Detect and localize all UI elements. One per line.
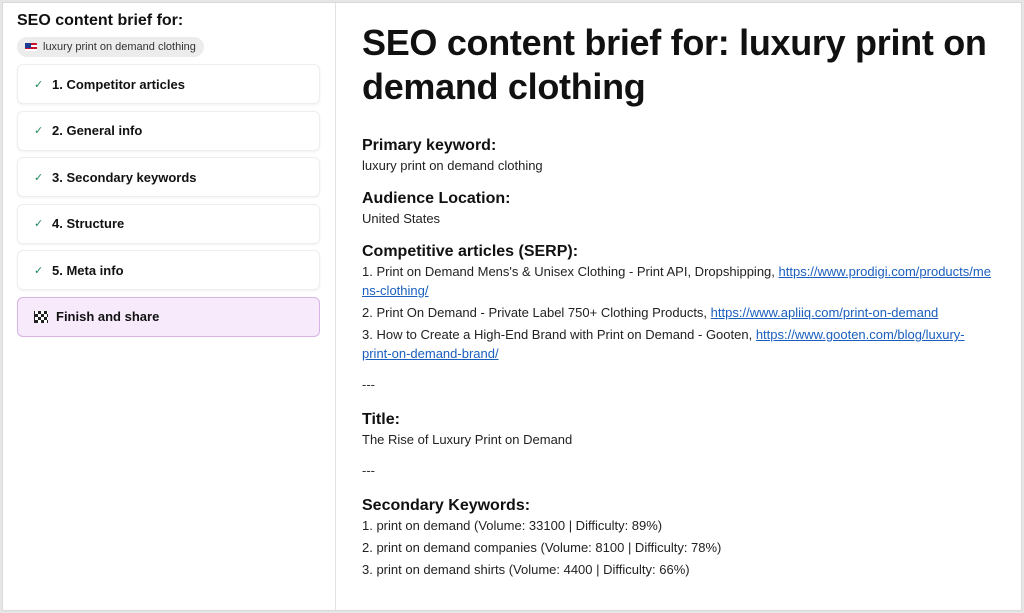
competitor-item: 3. How to Create a High-End Brand with P… xyxy=(362,325,991,363)
separator: --- xyxy=(362,377,375,392)
audience-location-heading: Audience Location: xyxy=(362,190,511,207)
check-icon: ✓ xyxy=(34,125,44,137)
step-structure[interactable]: ✓ 4. Structure xyxy=(17,203,320,244)
primary-keyword-value: luxury print on demand clothing xyxy=(362,158,543,173)
competitor-text: 2. Print On Demand - Private Label 750+ … xyxy=(362,305,711,320)
secondary-keyword-item: 1. print on demand (Volume: 33100 | Diff… xyxy=(362,518,663,533)
step-meta-info[interactable]: ✓ 5. Meta info xyxy=(17,250,320,290)
secondary-keywords-section: Secondary Keywords: 1. print on demand (… xyxy=(362,496,991,579)
sidebar: SEO content brief for: luxury print on d… xyxy=(3,3,336,610)
separator: --- xyxy=(362,463,375,478)
primary-keyword-section: Primary keyword: luxury print on demand … xyxy=(362,136,991,175)
title-section: Title: The Rise of Luxury Print on Deman… xyxy=(362,410,991,449)
audience-location-value: United States xyxy=(362,211,441,226)
competitor-link[interactable]: https://www.apliiq.com/print-on-demand xyxy=(711,305,939,320)
competitive-articles-heading: Competitive articles (SERP): xyxy=(362,243,579,260)
keyword-chip-label: luxury print on demand clothing xyxy=(43,41,196,53)
step-label: Finish and share xyxy=(56,309,160,324)
check-icon: ✓ xyxy=(34,218,44,230)
competitor-text: 1. Print on Demand Mens's & Unisex Cloth… xyxy=(362,264,779,279)
audience-location-section: Audience Location: United States xyxy=(362,189,991,228)
competitor-item: 2. Print On Demand - Private Label 750+ … xyxy=(362,303,991,322)
step-secondary-keywords[interactable]: ✓ 3. Secondary keywords xyxy=(17,157,320,197)
keyword-chip[interactable]: luxury print on demand clothing xyxy=(17,37,204,57)
brief-content: SEO content brief for: luxury print on d… xyxy=(336,3,1021,610)
competitor-text: 3. How to Create a High-End Brand with P… xyxy=(362,327,756,342)
competitive-articles-section: Competitive articles (SERP): 1. Print on… xyxy=(362,242,991,363)
check-icon: ✓ xyxy=(34,171,44,184)
primary-keyword-heading: Primary keyword: xyxy=(362,137,497,154)
us-flag-icon xyxy=(25,43,37,51)
page-title: SEO content brief for: luxury print on d… xyxy=(362,22,987,107)
step-label: 4. Structure xyxy=(52,216,125,231)
checkered-flag-icon xyxy=(34,310,48,323)
app-window: SEO content brief for: luxury print on d… xyxy=(2,2,1022,611)
step-competitor-articles[interactable]: ✓ 1. Competitor articles xyxy=(17,64,320,104)
sidebar-title: SEO content brief for: xyxy=(17,12,184,29)
check-icon: ✓ xyxy=(34,264,44,277)
step-label: 1. Competitor articles xyxy=(52,76,185,92)
title-heading: Title: xyxy=(362,411,400,428)
title-value: The Rise of Luxury Print on Demand xyxy=(362,432,573,447)
step-label: 3. Secondary keywords xyxy=(52,169,197,185)
step-label: 2. General info xyxy=(52,123,143,138)
step-finish-and-share[interactable]: Finish and share xyxy=(17,296,320,337)
secondary-keywords-heading: Secondary Keywords: xyxy=(362,497,531,514)
check-icon: ✓ xyxy=(34,78,44,91)
competitor-item: 1. Print on Demand Mens's & Unisex Cloth… xyxy=(362,262,991,300)
secondary-keyword-item: 2. print on demand companies (Volume: 81… xyxy=(362,540,722,555)
step-general-info[interactable]: ✓ 2. General info xyxy=(17,110,320,151)
secondary-keyword-item: 3. print on demand shirts (Volume: 4400 … xyxy=(362,562,690,577)
step-label: 5. Meta info xyxy=(52,262,124,278)
